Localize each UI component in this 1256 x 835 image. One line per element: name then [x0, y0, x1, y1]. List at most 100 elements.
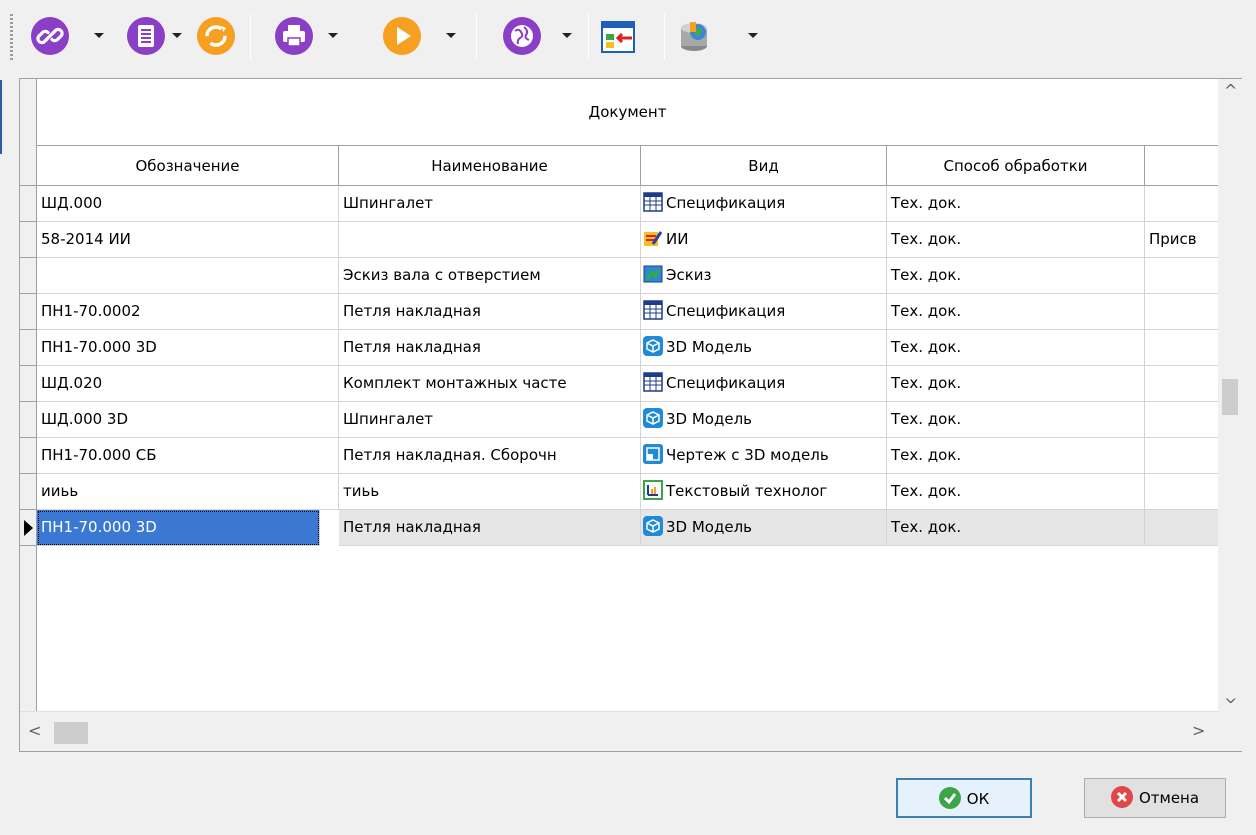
database-icon[interactable]	[676, 16, 716, 56]
cell-processing[interactable]: Тех. док.	[887, 402, 1145, 438]
cell-name[interactable]: Петля накладная	[339, 510, 641, 546]
table-row[interactable]: ШД.000 Шпингалет Спецификация Тех. док.	[37, 186, 1218, 222]
print-icon[interactable]	[274, 16, 314, 56]
column-header-name[interactable]: Наименование	[339, 146, 641, 186]
scroll-up-arrow-icon[interactable]: ^	[1224, 81, 1237, 100]
row-indicator[interactable]	[20, 474, 37, 510]
cell-processing[interactable]: Тех. док.	[887, 294, 1145, 330]
column-header-designation[interactable]: Обозначение	[37, 146, 339, 186]
cell-designation[interactable]: 58-2014 ИИ	[37, 222, 339, 258]
cell-extra[interactable]	[1145, 258, 1218, 294]
cell-designation[interactable]: ШД.020	[37, 366, 339, 402]
table-row[interactable]: 58-2014 ИИ ИИ Тех. док. Присв	[37, 222, 1218, 258]
cell-designation[interactable]: ПН1-70.000 3D	[37, 330, 339, 366]
cell-designation[interactable]: ПН1-70.000 3D	[37, 510, 320, 546]
cell-extra[interactable]	[1145, 366, 1218, 402]
cell-extra[interactable]	[1145, 510, 1218, 546]
cell-extra[interactable]	[1145, 330, 1218, 366]
cell-type[interactable]: Текстовый технолог	[641, 474, 887, 510]
play-icon[interactable]	[382, 16, 422, 56]
scroll-down-arrow-icon[interactable]: ^	[1224, 687, 1237, 706]
cell-name[interactable]: Петля накладная	[339, 294, 641, 330]
cell-extra[interactable]	[1145, 186, 1218, 222]
cell-type[interactable]: Спецификация	[641, 294, 887, 330]
cell-name[interactable]: Шпингалет	[339, 186, 641, 222]
scroll-left-arrow-icon[interactable]: <	[28, 721, 41, 740]
cell-processing[interactable]: Тех. док.	[887, 186, 1145, 222]
cell-extra[interactable]: Присв	[1145, 222, 1218, 258]
cell-type[interactable]: 3D Модель	[641, 510, 887, 546]
cell-designation[interactable]: ШД.000	[37, 186, 339, 222]
cell-name[interactable]	[339, 222, 641, 258]
column-header-type[interactable]: Вид	[641, 146, 887, 186]
cell-processing[interactable]: Тех. док.	[887, 474, 1145, 510]
cell-type[interactable]: Эскиз	[641, 258, 887, 294]
row-indicator[interactable]	[20, 402, 37, 438]
cell-type[interactable]: ИИ	[641, 222, 887, 258]
table-row[interactable]: ПН1-70.0002 Петля накладная Спецификация Те…	[37, 294, 1218, 330]
cell-name[interactable]: Петля накладная	[339, 330, 641, 366]
row-indicator[interactable]	[20, 258, 37, 294]
cell-name[interactable]: тиьь	[339, 474, 641, 510]
table-row[interactable]: ШД.000 3D Шпингалет 3D Модель Тех. док.	[37, 402, 1218, 438]
cell-processing[interactable]: Тех. док.	[887, 366, 1145, 402]
row-indicator[interactable]	[20, 294, 37, 330]
row-indicator[interactable]	[20, 330, 37, 366]
cell-name[interactable]: Петля накладная. Сборочн	[339, 438, 641, 474]
cell-processing[interactable]: Тех. док.	[887, 258, 1145, 294]
document-list-dropdown-arrow[interactable]	[172, 33, 182, 38]
scroll-right-arrow-icon[interactable]: >	[1192, 721, 1205, 740]
cell-designation[interactable]: ШД.000 3D	[37, 402, 339, 438]
play-dropdown-arrow[interactable]	[446, 33, 456, 38]
link-icon[interactable]	[30, 16, 70, 56]
vertical-scrollbar[interactable]: ^ ^	[1218, 79, 1242, 711]
database-dropdown-arrow[interactable]	[748, 33, 758, 38]
link-dropdown-arrow[interactable]	[94, 33, 104, 38]
import-window-icon[interactable]	[598, 16, 638, 56]
cell-extra[interactable]	[1145, 474, 1218, 510]
cell-type[interactable]: Спецификация	[641, 366, 887, 402]
cell-extra[interactable]	[1145, 402, 1218, 438]
column-header-processing[interactable]: Способ обработки	[887, 146, 1145, 186]
table-row[interactable]: Эскиз вала с отверстием Эскиз Тех. док.	[37, 258, 1218, 294]
cell-processing[interactable]: Тех. док.	[887, 222, 1145, 258]
globe-dropdown-arrow[interactable]	[562, 33, 572, 38]
cell-designation[interactable]	[37, 258, 339, 294]
document-list-icon[interactable]	[126, 16, 166, 56]
globe-icon[interactable]	[502, 16, 542, 56]
cell-extra[interactable]	[1145, 438, 1218, 474]
cell-processing[interactable]: Тех. док.	[887, 510, 1145, 546]
cell-designation[interactable]: ПН1-70.000 СБ	[37, 438, 339, 474]
cell-designation[interactable]: ииьь	[37, 474, 339, 510]
cancel-button[interactable]: Отмена	[1084, 778, 1226, 818]
cell-processing[interactable]: Тех. док.	[887, 438, 1145, 474]
row-indicator[interactable]	[20, 222, 37, 258]
vertical-scroll-thumb[interactable]	[1222, 379, 1238, 415]
row-indicator[interactable]	[20, 438, 37, 474]
cell-type[interactable]: Спецификация	[641, 186, 887, 222]
cell-extra[interactable]	[1145, 294, 1218, 330]
row-indicator[interactable]	[20, 366, 37, 402]
cell-name[interactable]: Шпингалет	[339, 402, 641, 438]
print-dropdown-arrow[interactable]	[328, 33, 338, 38]
cell-designation[interactable]: ПН1-70.0002	[37, 294, 339, 330]
cell-name[interactable]: Эскиз вала с отверстием	[339, 258, 641, 294]
column-header-extra[interactable]	[1145, 146, 1218, 186]
row-indicator-current[interactable]	[20, 510, 37, 546]
cell-processing[interactable]: Тех. док.	[887, 330, 1145, 366]
table-row[interactable]: ПН1-70.000 СБ Петля накладная. Сборочн Чер…	[37, 438, 1218, 474]
ok-button[interactable]: ОК	[896, 778, 1032, 818]
cell-type[interactable]: 3D Модель	[641, 402, 887, 438]
table-row[interactable]: ШД.020 Комплект монтажных часте Спецификац…	[37, 366, 1218, 402]
table-row[interactable]: ПН1-70.000 3D Петля накладная 3D Модель Тех…	[37, 330, 1218, 366]
table-row[interactable]: ииьь тиьь Текстовый технолог Тех. док.	[37, 474, 1218, 510]
cell-name[interactable]: Комплект монтажных часте	[339, 366, 641, 402]
cell-type[interactable]: 3D Модель	[641, 330, 887, 366]
horizontal-scrollbar[interactable]: < >	[20, 711, 1218, 751]
toolbar-grip[interactable]	[10, 14, 13, 60]
cell-type[interactable]: Чертеж с 3D модель	[641, 438, 887, 474]
documents-grid[interactable]: Документ Обозначение Наименование Вид Сп…	[19, 78, 1242, 752]
refresh-icon[interactable]	[196, 16, 236, 56]
row-indicator[interactable]	[20, 186, 37, 222]
table-row[interactable]: ПН1-70.000 3D Петля накладная 3D Модель Тех…	[37, 510, 1218, 546]
